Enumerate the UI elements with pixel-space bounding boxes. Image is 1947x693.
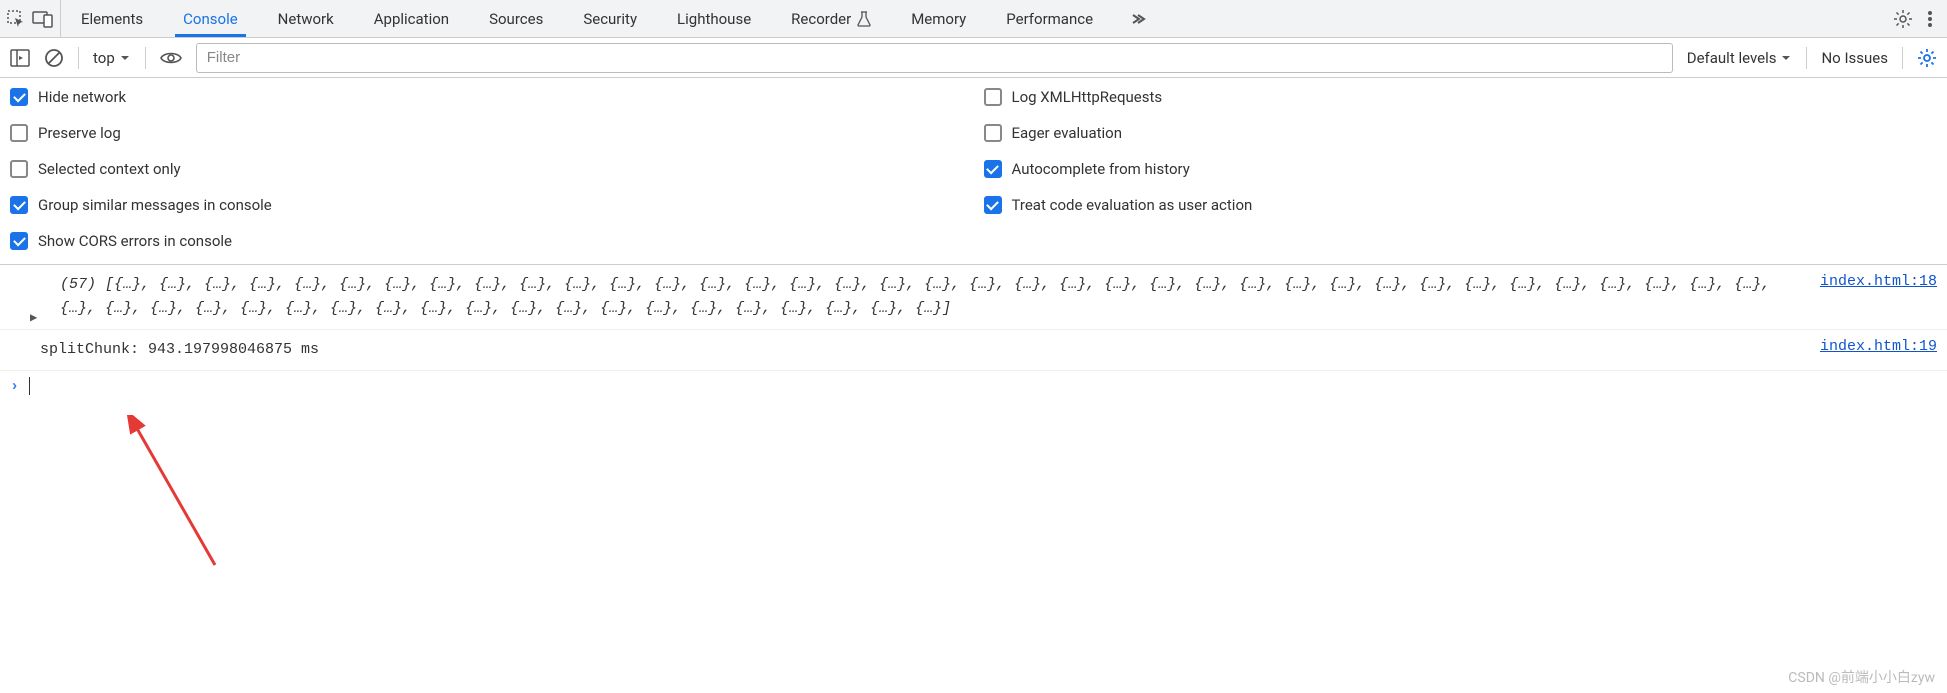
- clear-console-icon[interactable]: [44, 48, 64, 68]
- tab-recorder[interactable]: Recorder: [771, 0, 891, 37]
- console-settings-gear-icon[interactable]: [1917, 48, 1937, 68]
- watermark: CSDN @前端小小白zyw: [1788, 667, 1935, 687]
- tab-console[interactable]: Console: [163, 0, 258, 37]
- annotation-arrow: [120, 415, 240, 575]
- kebab-menu-icon[interactable]: [1927, 9, 1933, 29]
- settings-column-right: Log XMLHttpRequests Eager evaluation Aut…: [974, 88, 1947, 250]
- tabs-container: Elements Console Network Application Sou…: [61, 0, 1879, 37]
- chevron-down-icon: [119, 52, 131, 64]
- log-levels-select[interactable]: Default levels: [1687, 49, 1793, 67]
- checkbox-label: Hide network: [38, 88, 126, 106]
- chk-autocomplete-history[interactable]: Autocomplete from history: [984, 160, 1947, 178]
- tab-performance[interactable]: Performance: [986, 0, 1113, 37]
- chk-eager-eval[interactable]: Eager evaluation: [984, 124, 1947, 142]
- array-preview[interactable]: (57) [{…}, {…}, {…}, {…}, {…}, {…}, {…},…: [40, 273, 1937, 321]
- settings-gear-icon[interactable]: [1893, 9, 1913, 29]
- checkbox-icon: [984, 124, 1002, 142]
- message-source-link[interactable]: index.html:18: [1820, 273, 1937, 290]
- chk-treat-user-action[interactable]: Treat code evaluation as user action: [984, 196, 1947, 214]
- console-message: index.html:18 ▶ (57) [{…}, {…}, {…}, {…}…: [0, 265, 1947, 330]
- device-toolbar-icon[interactable]: [32, 9, 54, 29]
- console-prompt[interactable]: ›: [0, 371, 1947, 401]
- tab-recorder-label: Recorder: [791, 10, 851, 28]
- settings-column-left: Hide network Preserve log Selected conte…: [0, 88, 974, 250]
- checkbox-icon: [10, 160, 28, 178]
- checkbox-icon: [984, 196, 1002, 214]
- console-message: index.html:19 splitChunk: 943.1979980468…: [0, 330, 1947, 371]
- checkbox-icon: [984, 88, 1002, 106]
- checkbox-label: Group similar messages in console: [38, 196, 272, 214]
- tab-lighthouse[interactable]: Lighthouse: [657, 0, 771, 37]
- levels-label: Default levels: [1687, 49, 1777, 67]
- expand-arrow-icon[interactable]: ▶: [30, 310, 37, 325]
- toolbar-divider: [145, 47, 146, 69]
- checkbox-label: Eager evaluation: [1012, 124, 1123, 142]
- chevron-down-icon: [1780, 52, 1792, 64]
- tab-application[interactable]: Application: [354, 0, 469, 37]
- toolbar-divider: [1806, 47, 1807, 69]
- live-expression-icon[interactable]: [160, 50, 182, 66]
- checkbox-icon: [10, 196, 28, 214]
- checkbox-icon: [984, 160, 1002, 178]
- sidebar-toggle-icon[interactable]: [10, 49, 30, 67]
- tabbar-tools-left: [0, 0, 61, 37]
- checkbox-label: Autocomplete from history: [1012, 160, 1190, 178]
- tab-elements[interactable]: Elements: [61, 0, 163, 37]
- filter-input[interactable]: [196, 43, 1673, 73]
- context-label: top: [93, 49, 115, 67]
- console-toolbar: top Default levels No Issues: [0, 38, 1947, 78]
- text-cursor: [29, 377, 30, 395]
- chk-selected-context[interactable]: Selected context only: [10, 160, 974, 178]
- tab-memory[interactable]: Memory: [891, 0, 986, 37]
- checkbox-icon: [10, 232, 28, 250]
- tab-network[interactable]: Network: [258, 0, 354, 37]
- toolbar-divider: [78, 47, 79, 69]
- checkbox-label: Treat code evaluation as user action: [1012, 196, 1253, 214]
- tab-sources[interactable]: Sources: [469, 0, 563, 37]
- more-tabs-button[interactable]: [1113, 0, 1161, 37]
- checkbox-label: Preserve log: [38, 124, 121, 142]
- console-output: index.html:18 ▶ (57) [{…}, {…}, {…}, {…}…: [0, 265, 1947, 401]
- array-body: [{…}, {…}, {…}, {…}, {…}, {…}, {…}, {…},…: [60, 276, 1770, 317]
- chk-hide-network[interactable]: Hide network: [10, 88, 974, 106]
- inspect-icon[interactable]: [6, 9, 26, 29]
- checkbox-icon: [10, 124, 28, 142]
- checkbox-label: Show CORS errors in console: [38, 232, 232, 250]
- execution-context-select[interactable]: top: [93, 49, 131, 67]
- chk-group-similar[interactable]: Group similar messages in console: [10, 196, 974, 214]
- message-source-link[interactable]: index.html:19: [1820, 338, 1937, 355]
- issues-counter[interactable]: No Issues: [1821, 49, 1888, 67]
- checkbox-label: Log XMLHttpRequests: [1012, 88, 1163, 106]
- flask-icon: [857, 11, 871, 27]
- checkbox-icon: [10, 88, 28, 106]
- tabbar-tools-right: [1879, 0, 1947, 37]
- chk-cors-errors[interactable]: Show CORS errors in console: [10, 232, 974, 250]
- chk-log-xhr[interactable]: Log XMLHttpRequests: [984, 88, 1947, 106]
- chk-preserve-log[interactable]: Preserve log: [10, 124, 974, 142]
- prompt-arrow-icon: ›: [10, 378, 19, 395]
- checkbox-label: Selected context only: [38, 160, 181, 178]
- timing-output: splitChunk: 943.197998046875 ms: [40, 338, 1937, 362]
- toolbar-divider: [1902, 47, 1903, 69]
- array-count: (57): [60, 276, 96, 293]
- console-settings-panel: Hide network Preserve log Selected conte…: [0, 78, 1947, 265]
- tab-security[interactable]: Security: [563, 0, 657, 37]
- devtools-tabbar: Elements Console Network Application Sou…: [0, 0, 1947, 38]
